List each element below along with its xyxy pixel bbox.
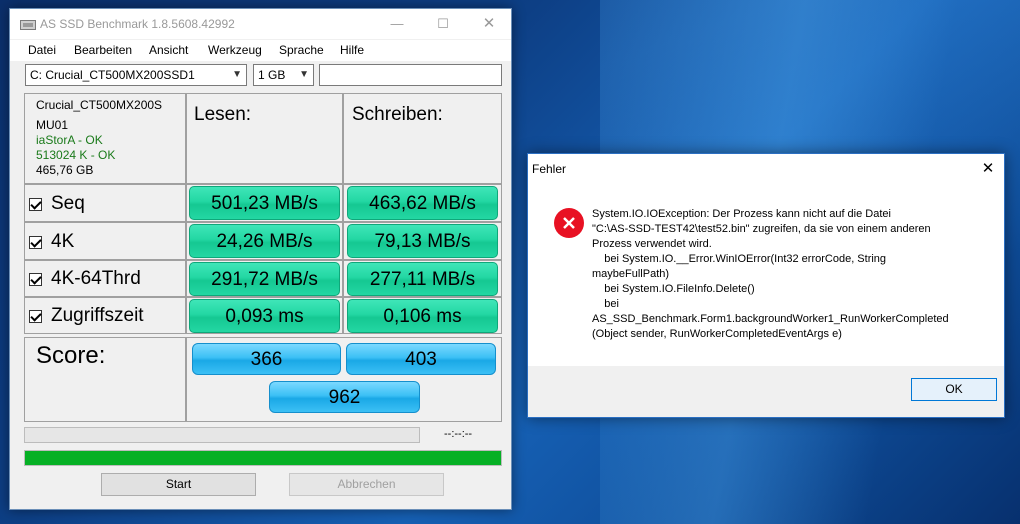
read-column-header: Lesen: — [194, 104, 252, 125]
score-label: Score: — [36, 342, 106, 369]
4k-64thrd-read-cell: 291,72 MB/s — [186, 260, 343, 297]
menu-bearbeiten[interactable]: Bearbeiten — [74, 43, 132, 57]
start-button[interactable]: Start — [101, 473, 256, 496]
app-icon — [20, 20, 36, 30]
access-time-read-result: 0,093 ms — [189, 299, 340, 333]
checkbox-checked-icon — [29, 197, 42, 211]
driver-status: iaStorA - OK — [36, 133, 103, 147]
chevron-down-icon: ▼ — [232, 69, 242, 80]
drive-capacity: 465,76 GB — [36, 163, 94, 177]
access-time-write-cell: 0,106 ms — [343, 297, 502, 334]
error-message-line: System.IO.IOException: Der Prozess kann … — [592, 208, 891, 220]
dialog-close-button[interactable]: ✕ — [972, 154, 1004, 184]
title-bar: AS SSD Benchmark 1.8.5608.42992 — ☐ ✕ — [10, 9, 511, 39]
4k-write-cell: 79,13 MB/s — [343, 222, 502, 260]
drive-firmware: MU01 — [36, 118, 69, 132]
4k-checkbox[interactable]: 4K — [29, 231, 74, 253]
error-message-line: maybeFullPath) — [592, 268, 670, 280]
window-title: AS SSD Benchmark 1.8.5608.42992 — [40, 17, 235, 31]
write-column-header: Schreiben: — [352, 104, 443, 125]
4k-write-result: 79,13 MB/s — [347, 224, 498, 258]
cancel-button[interactable]: Abbrechen — [289, 473, 444, 496]
row-label: 4K-64Thrd — [51, 268, 141, 289]
error-message-line: bei System.IO.__Error.WinIOError(Int32 e… — [592, 253, 887, 265]
menu-bar: Datei Bearbeiten Ansicht Werkzeug Sprach… — [10, 40, 511, 62]
elapsed-time: --:--:-- — [444, 428, 473, 440]
minimize-button[interactable]: — — [374, 9, 420, 39]
test-progress-bar — [24, 427, 420, 443]
row-label: Seq — [51, 193, 85, 214]
seq-write-cell: 463,62 MB/s — [343, 184, 502, 222]
write-header-panel: Schreiben: — [343, 93, 502, 184]
size-select-value: 1 GB — [258, 68, 286, 82]
menu-datei[interactable]: Datei — [28, 43, 56, 57]
chevron-down-icon: ▼ — [299, 69, 309, 80]
overall-progress-fill — [25, 451, 501, 465]
score-label-panel: Score: — [24, 337, 186, 422]
close-button[interactable]: ✕ — [466, 9, 512, 39]
seq-write-result: 463,62 MB/s — [347, 186, 498, 220]
menu-sprache[interactable]: Sprache — [279, 43, 324, 57]
checkbox-checked-icon — [29, 235, 42, 249]
row-4k-64thrd: 4K-64Thrd — [24, 260, 186, 297]
drive-select-value: C: Crucial_CT500MX200SSD1 — [30, 68, 195, 82]
4k-64thrd-write-result: 277,11 MB/s — [347, 262, 498, 296]
row-label: Zugriffszeit — [51, 305, 144, 326]
4k-read-result: 24,26 MB/s — [189, 224, 340, 258]
seq-read-cell: 501,23 MB/s — [186, 184, 343, 222]
access-time-read-cell: 0,093 ms — [186, 297, 343, 334]
checkbox-checked-icon — [29, 309, 42, 323]
menu-hilfe[interactable]: Hilfe — [340, 43, 364, 57]
error-message-line: (Object sender, RunWorkerCompletedEventA… — [592, 328, 842, 340]
read-header-panel: Lesen: — [186, 93, 343, 184]
4k-64thrd-read-result: 291,72 MB/s — [189, 262, 340, 296]
score-panel: 366 403 962 — [186, 337, 502, 422]
drive-model: Crucial_CT500MX200S — [36, 98, 163, 112]
error-dialog: Fehler ✕ System.IO.IOException: Der Proz… — [527, 153, 1005, 418]
row-seq: Seq — [24, 184, 186, 222]
row-4k: 4K — [24, 222, 186, 260]
error-message-line: bei — [592, 298, 619, 310]
checkbox-checked-icon — [29, 272, 42, 286]
name-input[interactable] — [319, 64, 502, 86]
drive-select[interactable]: C: Crucial_CT500MX200SSD1 ▼ — [25, 64, 247, 86]
alignment-status: 513024 K - OK — [36, 148, 116, 162]
drive-info-panel: Crucial_CT500MX200S MU01 iaStorA - OK 51… — [24, 93, 186, 184]
4k-64thrd-checkbox[interactable]: 4K-64Thrd — [29, 268, 141, 290]
error-message-line: AS_SSD_Benchmark.Form1.backgroundWorker1… — [592, 313, 949, 325]
menu-werkzeug[interactable]: Werkzeug — [208, 43, 262, 57]
row-access-time: Zugriffszeit — [24, 297, 186, 334]
error-icon — [554, 208, 584, 238]
score-total: 962 — [269, 381, 420, 413]
error-message-line: "C:\AS-SSD-TEST42\test52.bin" zugreifen,… — [592, 223, 931, 235]
maximize-button[interactable]: ☐ — [420, 9, 466, 39]
seq-checkbox[interactable]: Seq — [29, 193, 85, 215]
access-time-write-result: 0,106 ms — [347, 299, 498, 333]
ok-button[interactable]: OK — [911, 378, 997, 401]
menu-ansicht[interactable]: Ansicht — [149, 43, 188, 57]
score-read: 366 — [192, 343, 341, 375]
error-message-line: bei System.IO.FileInfo.Delete() — [592, 283, 755, 295]
dialog-footer: OK — [528, 366, 1004, 417]
dialog-title: Fehler — [532, 162, 567, 176]
overall-progress-bar — [24, 450, 502, 466]
score-write: 403 — [346, 343, 496, 375]
row-label: 4K — [51, 231, 75, 252]
as-ssd-window: AS SSD Benchmark 1.8.5608.42992 — ☐ ✕ Da… — [9, 8, 512, 510]
seq-read-result: 501,23 MB/s — [189, 186, 340, 220]
access-time-checkbox[interactable]: Zugriffszeit — [29, 305, 144, 327]
error-message-line: Prozess verwendet wird. — [592, 238, 712, 250]
size-select[interactable]: 1 GB ▼ — [253, 64, 314, 86]
4k-64thrd-write-cell: 277,11 MB/s — [343, 260, 502, 297]
4k-read-cell: 24,26 MB/s — [186, 222, 343, 260]
